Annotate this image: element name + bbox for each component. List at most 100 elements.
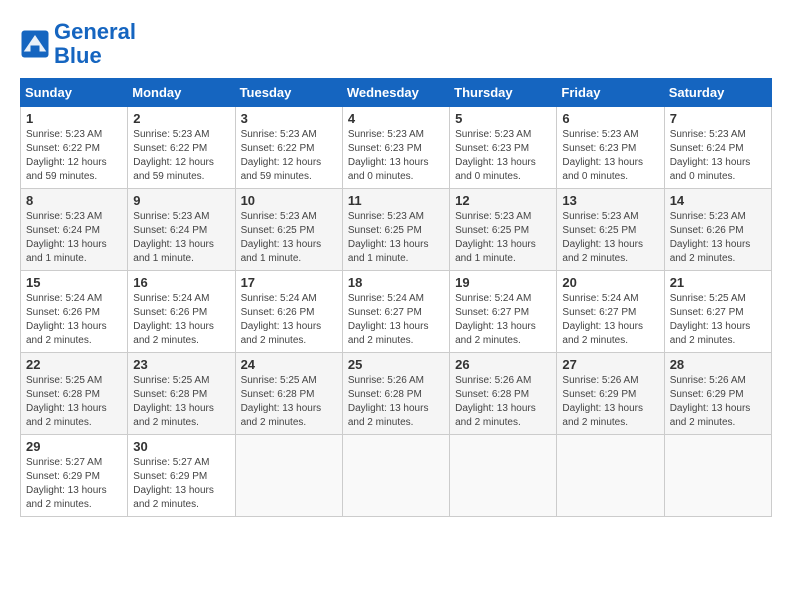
day-number: 23 xyxy=(133,357,229,372)
logo-general: General xyxy=(54,19,136,44)
calendar-header-row: SundayMondayTuesdayWednesdayThursdayFrid… xyxy=(21,79,772,107)
logo-text: General Blue xyxy=(54,20,136,68)
calendar-cell xyxy=(450,435,557,517)
calendar-cell: 10Sunrise: 5:23 AMSunset: 6:25 PMDayligh… xyxy=(235,189,342,271)
calendar-cell: 29Sunrise: 5:27 AMSunset: 6:29 PMDayligh… xyxy=(21,435,128,517)
day-header-monday: Monday xyxy=(128,79,235,107)
day-info: Sunrise: 5:25 AMSunset: 6:27 PMDaylight:… xyxy=(670,293,751,346)
calendar-cell: 22 Sunrise: 5:25 AMSunset: 6:28 PMDayligh… xyxy=(21,353,128,435)
calendar-cell: 20 Sunrise: 5:24 AMSunset: 6:27 PMDayligh… xyxy=(557,271,664,353)
day-number: 19 xyxy=(455,275,551,290)
day-number: 21 xyxy=(670,275,766,290)
calendar-cell: 24 Sunrise: 5:25 AMSunset: 6:28 PMDayligh… xyxy=(235,353,342,435)
calendar-cell: 8 Sunrise: 5:23 AMSunset: 6:24 PMDaylight… xyxy=(21,189,128,271)
day-info: Sunrise: 5:24 AMSunset: 6:27 PMDaylight:… xyxy=(348,293,429,346)
day-info: Sunrise: 5:26 AMSunset: 6:28 PMDaylight:… xyxy=(348,375,429,428)
day-info: Sunrise: 5:23 AMSunset: 6:26 PMDaylight:… xyxy=(670,211,751,264)
day-info: Sunrise: 5:27 AMSunset: 6:29 PMDaylight:… xyxy=(133,457,214,510)
day-header-tuesday: Tuesday xyxy=(235,79,342,107)
day-number: 6 xyxy=(562,111,658,126)
header: General Blue xyxy=(20,20,772,68)
day-number: 5 xyxy=(455,111,551,126)
calendar-cell: 3 Sunrise: 5:23 AMSunset: 6:22 PMDaylight… xyxy=(235,107,342,189)
calendar-week-row: 22 Sunrise: 5:25 AMSunset: 6:28 PMDayligh… xyxy=(21,353,772,435)
calendar-cell: 5 Sunrise: 5:23 AMSunset: 6:23 PMDaylight… xyxy=(450,107,557,189)
calendar-cell: 23 Sunrise: 5:25 AMSunset: 6:28 PMDayligh… xyxy=(128,353,235,435)
calendar-cell: 26 Sunrise: 5:26 AMSunset: 6:28 PMDayligh… xyxy=(450,353,557,435)
day-header-wednesday: Wednesday xyxy=(342,79,449,107)
day-number: 25 xyxy=(348,357,444,372)
day-info: Sunrise: 5:23 AMSunset: 6:22 PMDaylight:… xyxy=(133,129,214,182)
calendar-cell: 17Sunrise: 5:24 AMSunset: 6:26 PMDayligh… xyxy=(235,271,342,353)
day-number: 4 xyxy=(348,111,444,126)
day-info: Sunrise: 5:23 AMSunset: 6:25 PMDaylight:… xyxy=(455,211,536,264)
day-info: Sunrise: 5:25 AMSunset: 6:28 PMDaylight:… xyxy=(26,375,107,428)
calendar-week-row: 8 Sunrise: 5:23 AMSunset: 6:24 PMDaylight… xyxy=(21,189,772,271)
calendar-cell: 13 Sunrise: 5:23 AMSunset: 6:25 PMDayligh… xyxy=(557,189,664,271)
calendar-cell: 16 Sunrise: 5:24 AMSunset: 6:26 PMDayligh… xyxy=(128,271,235,353)
day-header-friday: Friday xyxy=(557,79,664,107)
day-number: 29 xyxy=(26,439,122,454)
day-info: Sunrise: 5:24 AMSunset: 6:26 PMDaylight:… xyxy=(133,293,214,346)
day-number: 3 xyxy=(241,111,337,126)
day-number: 27 xyxy=(562,357,658,372)
day-info: Sunrise: 5:23 AMSunset: 6:24 PMDaylight:… xyxy=(133,211,214,264)
day-info: Sunrise: 5:23 AMSunset: 6:23 PMDaylight:… xyxy=(455,129,536,182)
day-info: Sunrise: 5:23 AMSunset: 6:23 PMDaylight:… xyxy=(348,129,429,182)
day-header-saturday: Saturday xyxy=(664,79,771,107)
day-number: 14 xyxy=(670,193,766,208)
calendar-cell: 7 Sunrise: 5:23 AMSunset: 6:24 PMDaylight… xyxy=(664,107,771,189)
logo-blue: Blue xyxy=(54,43,102,68)
calendar-cell: 2 Sunrise: 5:23 AMSunset: 6:22 PMDaylight… xyxy=(128,107,235,189)
day-number: 1 xyxy=(26,111,122,126)
day-info: Sunrise: 5:24 AMSunset: 6:27 PMDaylight:… xyxy=(562,293,643,346)
day-info: Sunrise: 5:25 AMSunset: 6:28 PMDaylight:… xyxy=(133,375,214,428)
day-info: Sunrise: 5:24 AMSunset: 6:26 PMDaylight:… xyxy=(26,293,107,346)
day-number: 9 xyxy=(133,193,229,208)
day-number: 11 xyxy=(348,193,444,208)
day-number: 28 xyxy=(670,357,766,372)
day-info: Sunrise: 5:23 AMSunset: 6:25 PMDaylight:… xyxy=(241,211,322,264)
day-info: Sunrise: 5:23 AMSunset: 6:25 PMDaylight:… xyxy=(562,211,643,264)
calendar-cell: 1Sunrise: 5:23 AMSunset: 6:22 PMDaylight… xyxy=(21,107,128,189)
day-info: Sunrise: 5:23 AMSunset: 6:24 PMDaylight:… xyxy=(26,211,107,264)
calendar-cell xyxy=(235,435,342,517)
day-info: Sunrise: 5:24 AMSunset: 6:26 PMDaylight:… xyxy=(241,293,322,346)
calendar-cell: 28 Sunrise: 5:26 AMSunset: 6:29 PMDayligh… xyxy=(664,353,771,435)
day-number: 7 xyxy=(670,111,766,126)
day-number: 8 xyxy=(26,193,122,208)
calendar-cell: 11 Sunrise: 5:23 AMSunset: 6:25 PMDayligh… xyxy=(342,189,449,271)
calendar-cell: 30Sunrise: 5:27 AMSunset: 6:29 PMDayligh… xyxy=(128,435,235,517)
calendar-cell: 19Sunrise: 5:24 AMSunset: 6:27 PMDayligh… xyxy=(450,271,557,353)
day-number: 24 xyxy=(241,357,337,372)
day-info: Sunrise: 5:23 AMSunset: 6:22 PMDaylight:… xyxy=(241,129,322,182)
day-number: 12 xyxy=(455,193,551,208)
day-number: 26 xyxy=(455,357,551,372)
day-info: Sunrise: 5:23 AMSunset: 6:23 PMDaylight:… xyxy=(562,129,643,182)
day-number: 18 xyxy=(348,275,444,290)
day-info: Sunrise: 5:26 AMSunset: 6:29 PMDaylight:… xyxy=(670,375,751,428)
day-info: Sunrise: 5:26 AMSunset: 6:29 PMDaylight:… xyxy=(562,375,643,428)
day-number: 13 xyxy=(562,193,658,208)
calendar-cell: 18 Sunrise: 5:24 AMSunset: 6:27 PMDayligh… xyxy=(342,271,449,353)
calendar-cell: 27 Sunrise: 5:26 AMSunset: 6:29 PMDayligh… xyxy=(557,353,664,435)
day-info: Sunrise: 5:23 AMSunset: 6:24 PMDaylight:… xyxy=(670,129,751,182)
calendar-cell: 14 Sunrise: 5:23 AMSunset: 6:26 PMDayligh… xyxy=(664,189,771,271)
calendar-cell: 21 Sunrise: 5:25 AMSunset: 6:27 PMDayligh… xyxy=(664,271,771,353)
logo-icon xyxy=(20,29,50,59)
calendar-table: SundayMondayTuesdayWednesdayThursdayFrid… xyxy=(20,78,772,517)
day-number: 20 xyxy=(562,275,658,290)
day-header-sunday: Sunday xyxy=(21,79,128,107)
day-number: 16 xyxy=(133,275,229,290)
day-info: Sunrise: 5:23 AMSunset: 6:25 PMDaylight:… xyxy=(348,211,429,264)
calendar-week-row: 15 Sunrise: 5:24 AMSunset: 6:26 PMDayligh… xyxy=(21,271,772,353)
calendar-cell xyxy=(557,435,664,517)
day-info: Sunrise: 5:25 AMSunset: 6:28 PMDaylight:… xyxy=(241,375,322,428)
calendar-cell: 12 Sunrise: 5:23 AMSunset: 6:25 PMDayligh… xyxy=(450,189,557,271)
day-number: 22 xyxy=(26,357,122,372)
day-info: Sunrise: 5:26 AMSunset: 6:28 PMDaylight:… xyxy=(455,375,536,428)
calendar-cell xyxy=(664,435,771,517)
day-number: 15 xyxy=(26,275,122,290)
day-header-thursday: Thursday xyxy=(450,79,557,107)
day-number: 2 xyxy=(133,111,229,126)
